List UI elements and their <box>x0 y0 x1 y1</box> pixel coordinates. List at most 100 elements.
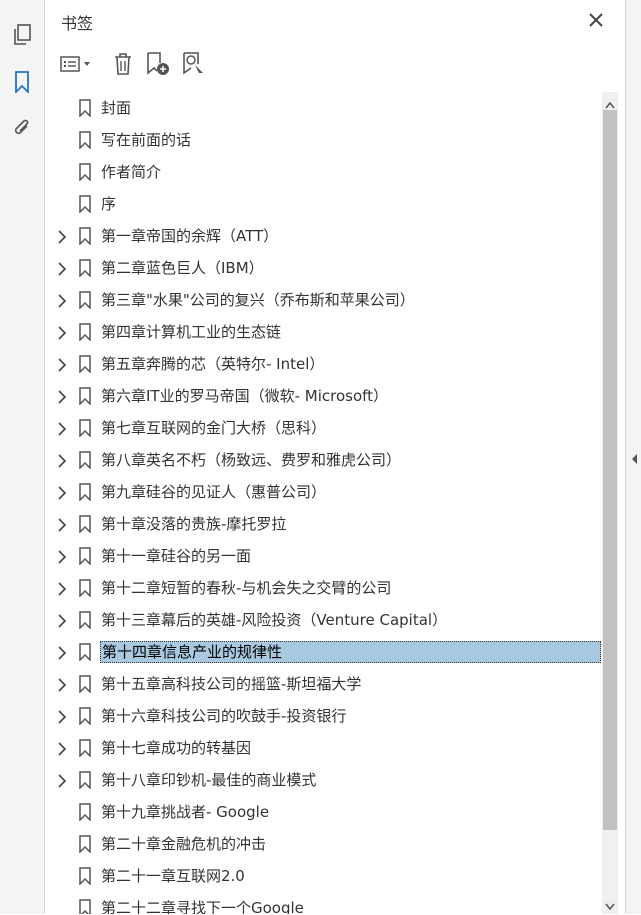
expand-chevron-icon[interactable] <box>55 741 69 756</box>
scrollbar-thumb[interactable] <box>603 110 617 830</box>
find-bookmark-icon[interactable] <box>181 50 207 78</box>
bookmark-item[interactable]: 第二十二章寻找下一个Google <box>45 892 601 914</box>
expand-chevron-icon[interactable] <box>55 773 69 788</box>
bookmark-item[interactable]: 第十三章幕后的英雄-风险投资（Venture Capital） <box>45 604 601 636</box>
bookmark-label[interactable]: 第十二章短暂的春秋-与机会失之交臂的公司 <box>100 577 392 599</box>
bookmark-item[interactable]: 第二十章金融危机的冲击 <box>45 828 601 860</box>
bookmark-icon <box>78 547 92 566</box>
expand-chevron-icon[interactable] <box>55 357 69 372</box>
expand-chevron-icon[interactable] <box>55 613 69 628</box>
expand-chevron-icon[interactable] <box>55 709 69 724</box>
expand-chevron-icon[interactable] <box>55 325 69 340</box>
collapse-arrow-icon[interactable] <box>630 450 638 469</box>
bookmark-icon <box>78 323 92 342</box>
bookmark-label[interactable]: 第十三章幕后的英雄-风险投资（Venture Capital） <box>100 609 448 631</box>
bookmark-label[interactable]: 第十五章高科技公司的摇篮-斯坦福大学 <box>100 673 362 695</box>
bookmarks-panel-icon[interactable] <box>10 70 34 94</box>
bookmark-label[interactable]: 第八章英名不朽（杨致远、费罗和雅虎公司） <box>100 449 402 471</box>
bookmark-label[interactable]: 第二十章金融危机的冲击 <box>100 833 267 855</box>
bookmark-item[interactable]: 第九章硅谷的见证人（惠普公司） <box>45 476 601 508</box>
expand-chevron-icon[interactable] <box>55 421 69 436</box>
expand-chevron-icon[interactable] <box>55 453 69 468</box>
bookmark-item[interactable]: 第八章英名不朽（杨致远、费罗和雅虎公司） <box>45 444 601 476</box>
bookmark-item[interactable]: 封面 <box>45 92 601 124</box>
bookmark-item[interactable]: 第十九章挑战者- Google <box>45 796 601 828</box>
bookmark-label[interactable]: 第二十二章寻找下一个Google <box>100 897 305 914</box>
bookmark-item[interactable]: 序 <box>45 188 601 220</box>
bookmark-item[interactable]: 第五章奔腾的芯（英特尔- Intel） <box>45 348 601 380</box>
bookmark-label[interactable]: 序 <box>100 193 117 215</box>
bookmark-icon <box>78 195 92 214</box>
bookmark-item[interactable]: 第二章蓝色巨人（IBM） <box>45 252 601 284</box>
bookmark-item[interactable]: 第十六章科技公司的吹鼓手-投资银行 <box>45 700 601 732</box>
close-icon[interactable] <box>585 9 607 31</box>
panel-header: 书签 <box>45 0 625 42</box>
bookmark-label[interactable]: 第九章硅谷的见证人（惠普公司） <box>100 481 327 503</box>
bookmark-icon <box>78 579 92 598</box>
scroll-down-icon[interactable] <box>605 896 615 915</box>
bookmark-label[interactable]: 第十九章挑战者- Google <box>100 801 270 823</box>
delete-bookmark-icon[interactable] <box>111 50 135 78</box>
expand-chevron-icon[interactable] <box>55 549 69 564</box>
bookmark-item[interactable]: 第十八章印钞机-最佳的商业模式 <box>45 764 601 796</box>
bookmark-label[interactable]: 第六章IT业的罗马帝国（微软- Microsoft） <box>100 385 389 407</box>
bookmark-item[interactable]: 第二十一章互联网2.0 <box>45 860 601 892</box>
bookmark-label[interactable]: 第十八章印钞机-最佳的商业模式 <box>100 769 317 791</box>
bookmark-icon <box>78 899 92 914</box>
bookmark-label[interactable]: 封面 <box>100 97 132 119</box>
bookmark-label[interactable]: 第二十一章互联网2.0 <box>100 865 246 887</box>
bookmark-icon <box>78 803 92 822</box>
bookmark-item[interactable]: 第三章"水果"公司的复兴（乔布斯和苹果公司） <box>45 284 601 316</box>
expand-chevron-icon[interactable] <box>55 517 69 532</box>
bookmark-item[interactable]: 作者简介 <box>45 156 601 188</box>
bookmark-label[interactable]: 写在前面的话 <box>100 129 192 151</box>
bookmark-icon <box>78 515 92 534</box>
bookmark-label[interactable]: 作者简介 <box>100 161 162 183</box>
expand-chevron-icon[interactable] <box>55 261 69 276</box>
expand-chevron-icon[interactable] <box>55 581 69 596</box>
bookmark-item[interactable]: 第十七章成功的转基因 <box>45 732 601 764</box>
bookmark-item[interactable]: 写在前面的话 <box>45 124 601 156</box>
bookmark-item[interactable]: 第一章帝国的余辉（ATT） <box>45 220 601 252</box>
bookmark-label[interactable]: 第十六章科技公司的吹鼓手-投资银行 <box>100 705 347 727</box>
new-bookmark-icon[interactable] <box>145 50 171 78</box>
bookmark-label[interactable]: 第十一章硅谷的另一面 <box>100 545 252 567</box>
expand-chevron-icon[interactable] <box>55 485 69 500</box>
bookmark-icon <box>78 131 92 150</box>
bookmark-label[interactable]: 第七章互联网的金门大桥（思科） <box>100 417 327 439</box>
bookmark-item[interactable]: 第十一章硅谷的另一面 <box>45 540 601 572</box>
bookmark-item[interactable]: 第七章互联网的金门大桥（思科） <box>45 412 601 444</box>
expand-chevron-icon[interactable] <box>55 229 69 244</box>
expand-chevron-icon[interactable] <box>55 677 69 692</box>
bookmark-icon <box>78 675 92 694</box>
bookmark-label[interactable]: 第五章奔腾的芯（英特尔- Intel） <box>100 353 325 375</box>
expand-chevron-icon[interactable] <box>55 389 69 404</box>
bookmark-label[interactable]: 第一章帝国的余辉（ATT） <box>100 225 279 247</box>
bookmark-label[interactable]: 第十七章成功的转基因 <box>100 737 252 759</box>
page-thumbnails-icon[interactable] <box>10 23 34 47</box>
bookmark-item[interactable]: 第十章没落的贵族-摩托罗拉 <box>45 508 601 540</box>
attachment-icon[interactable] <box>10 116 34 140</box>
bookmark-tree: 封面写在前面的话 作者简介序第一章帝国的余辉（ATT） 第二章蓝色巨人（IBM） 第三… <box>45 92 601 914</box>
expand-chevron-icon[interactable] <box>55 645 69 660</box>
bookmark-label[interactable]: 第十章没落的贵族-摩托罗拉 <box>100 513 287 535</box>
vertical-scrollbar[interactable] <box>602 92 618 914</box>
bookmark-label[interactable]: 第四章计算机工业的生态链 <box>100 321 282 343</box>
bookmark-item[interactable]: 第十二章短暂的春秋-与机会失之交臂的公司 <box>45 572 601 604</box>
bookmarks-panel: 书签 封面写在前面的话 作者简介序第一章帝国的余辉（ATT） 第二章蓝色巨人（IBM… <box>45 0 625 914</box>
bookmark-item[interactable]: 第十四章信息产业的规律性 <box>45 636 601 668</box>
bookmark-item[interactable]: 第六章IT业的罗马帝国（微软- Microsoft） <box>45 380 601 412</box>
bookmark-icon <box>78 611 92 630</box>
bookmark-icon <box>78 291 92 310</box>
bookmark-label[interactable]: 第十四章信息产业的规律性 <box>100 641 601 663</box>
bookmark-icon <box>78 451 92 470</box>
bookmark-label[interactable]: 第三章"水果"公司的复兴（乔布斯和苹果公司） <box>100 289 416 311</box>
expand-chevron-icon[interactable] <box>55 293 69 308</box>
bookmark-label[interactable]: 第二章蓝色巨人（IBM） <box>100 257 265 279</box>
bookmark-item[interactable]: 第十五章高科技公司的摇篮-斯坦福大学 <box>45 668 601 700</box>
options-menu-button[interactable] <box>59 50 97 78</box>
bookmark-icon <box>78 355 92 374</box>
bookmark-item[interactable]: 第四章计算机工业的生态链 <box>45 316 601 348</box>
panel-splitter[interactable] <box>625 0 641 914</box>
bookmark-icon <box>78 483 92 502</box>
